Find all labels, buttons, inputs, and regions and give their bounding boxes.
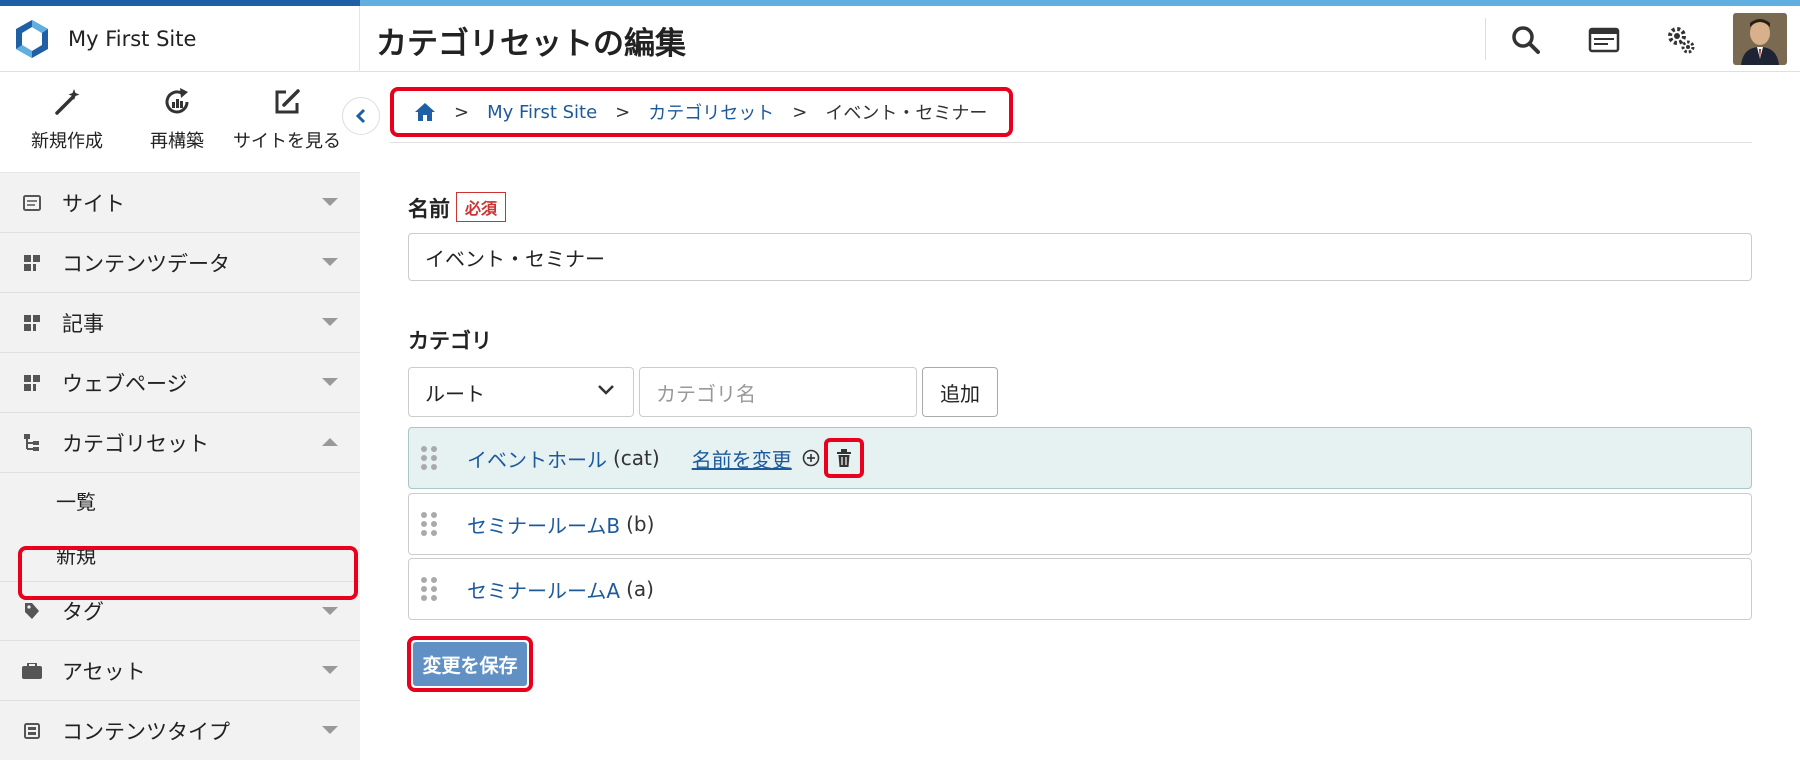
quick-new-button[interactable]: 新規作成 [12, 73, 122, 172]
name-input[interactable]: イベント・セミナー [408, 233, 1752, 281]
quick-view-site-button[interactable]: サイトを見る [232, 73, 342, 172]
category-slug: (cat) [613, 446, 660, 470]
category-row[interactable]: セミナールームB (b) [408, 493, 1752, 555]
drag-handle-icon[interactable] [421, 441, 439, 475]
category-name[interactable]: セミナールームA [467, 575, 620, 604]
asset-icon [22, 661, 42, 681]
category-name-input[interactable]: カテゴリ名 [639, 367, 917, 417]
chevron-down-icon [322, 378, 338, 386]
list-item-highlight-box [18, 546, 358, 600]
add-child-icon[interactable] [802, 449, 820, 467]
sidebar-item-content-data[interactable]: コンテンツデータ [0, 233, 360, 293]
chevron-down-icon [322, 726, 338, 734]
settings-gears-icon[interactable] [1663, 22, 1699, 58]
drag-handle-icon[interactable] [421, 507, 439, 541]
home-icon[interactable] [414, 102, 436, 122]
chevron-down-icon [322, 607, 338, 615]
parent-category-select[interactable]: ルート [408, 367, 634, 417]
page-title: カテゴリセットの編集 [376, 26, 686, 62]
breadcrumb-separator: > [792, 101, 808, 123]
chevron-up-icon [322, 438, 338, 446]
sidebar-item-label: コンテンツデータ [62, 251, 230, 276]
main-content: > My First Site > カテゴリセット > イベント・セミナー 名前… [360, 73, 1800, 760]
add-category-button[interactable]: 追加 [922, 367, 998, 417]
sidebar-item-webpages[interactable]: ウェブページ [0, 353, 360, 413]
tag-icon [22, 601, 42, 621]
breadcrumb: > My First Site > カテゴリセット > イベント・セミナー [390, 87, 1014, 137]
movable-type-logo-icon [16, 20, 48, 58]
sidebar-item-label: コンテンツタイプ [62, 719, 230, 744]
rebuild-icon [165, 88, 189, 114]
save-button-highlight: 変更を保存 [407, 636, 533, 692]
quick-rebuild-button[interactable]: 再構築 [122, 73, 232, 172]
breadcrumb-separator: > [454, 101, 470, 123]
site-icon [22, 193, 42, 213]
category-name[interactable]: セミナールームB [467, 510, 620, 539]
rename-link[interactable]: 名前を変更 [692, 444, 792, 473]
breadcrumb-category-sets-link[interactable]: カテゴリセット [648, 99, 774, 125]
external-edit-icon [275, 89, 300, 114]
chevron-down-icon [322, 258, 338, 266]
sidebar-collapse-button[interactable] [342, 97, 380, 135]
content-data-icon [22, 253, 42, 273]
header-divider [1485, 18, 1486, 60]
sidebar-item-content-types[interactable]: コンテンツタイプ [0, 701, 360, 760]
sidebar: 新規作成 再構築 サイトを見る サイト コンテンツデータ 記事 ウェブページ カ… [0, 73, 360, 760]
chevron-left-icon [355, 108, 366, 124]
site-name: My First Site [68, 27, 197, 51]
sidebar-subitem-list[interactable]: 一覧 [0, 473, 360, 527]
app-header: My First Site カテゴリセットの編集 [0, 6, 1800, 72]
required-badge: 必須 [456, 192, 507, 222]
name-label: 名前 [408, 197, 450, 221]
category-slug: (b) [626, 512, 655, 536]
search-icon[interactable] [1508, 22, 1544, 58]
sidebar-item-label: タグ [62, 600, 104, 624]
save-changes-button[interactable]: 変更を保存 [413, 642, 527, 686]
category-set-icon [22, 433, 42, 453]
chevron-down-icon [322, 666, 338, 674]
sidebar-item-label: ウェブページ [62, 371, 188, 396]
chevron-down-icon [322, 198, 338, 206]
breadcrumb-separator: > [615, 101, 631, 123]
sidebar-item-label: アセット [62, 659, 146, 684]
sidebar-item-label: サイト [62, 191, 125, 216]
breadcrumb-current: イベント・セミナー [825, 103, 988, 124]
quick-rebuild-label: 再構築 [150, 131, 204, 152]
category-slug: (a) [626, 577, 654, 601]
content-type-icon [22, 721, 42, 741]
magic-wand-icon [55, 89, 80, 115]
entry-icon [22, 313, 42, 333]
delete-category-button[interactable] [823, 438, 864, 478]
quick-actions: 新規作成 再構築 サイトを見る [0, 73, 360, 173]
sidebar-item-site[interactable]: サイト [0, 173, 360, 233]
sidebar-item-assets[interactable]: アセット [0, 641, 360, 701]
quick-new-label: 新規作成 [31, 131, 103, 152]
site-brand[interactable]: My First Site [0, 6, 360, 72]
quick-view-site-label: サイトを見る [233, 131, 341, 152]
category-row[interactable]: イベントホール (cat) 名前を変更 [408, 427, 1752, 489]
drag-handle-icon[interactable] [421, 572, 439, 606]
category-label: カテゴリ [408, 329, 492, 353]
sidebar-item-entries[interactable]: 記事 [0, 293, 360, 353]
breadcrumb-site-link[interactable]: My First Site [487, 102, 597, 123]
sidebar-item-label: 記事 [62, 311, 104, 336]
sidebar-item-category-sets[interactable]: カテゴリセット [0, 413, 360, 473]
user-avatar[interactable] [1733, 13, 1787, 65]
category-name[interactable]: イベントホール [467, 444, 607, 473]
sidebar-item-label: カテゴリセット [62, 431, 209, 456]
category-row[interactable]: セミナールームA (a) [408, 558, 1752, 620]
chevron-down-icon [598, 385, 614, 395]
trash-icon [836, 449, 851, 467]
site-list-icon[interactable] [1586, 22, 1622, 58]
parent-category-value: ルート [425, 381, 485, 406]
breadcrumb-divider [390, 142, 1752, 143]
chevron-down-icon [322, 318, 338, 326]
webpage-icon [22, 373, 42, 393]
